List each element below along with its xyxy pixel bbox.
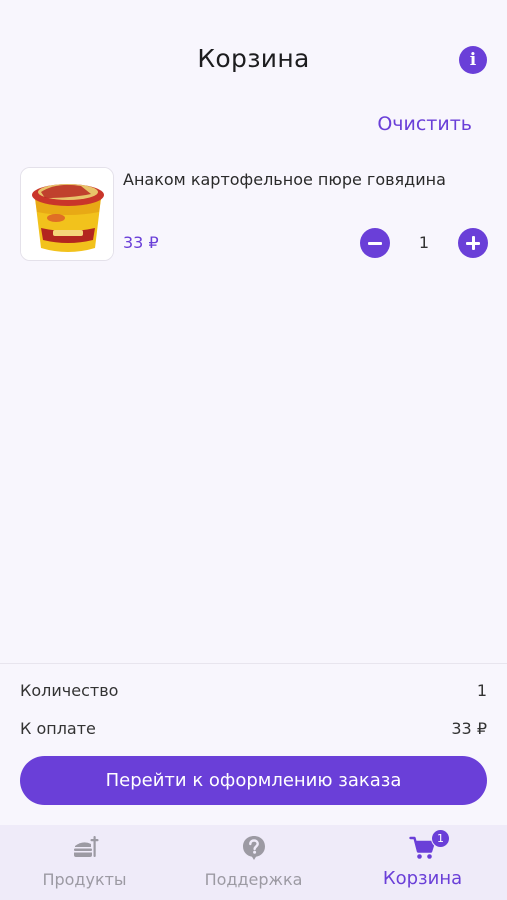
support-icon <box>242 836 265 860</box>
quantity-value: 1 <box>418 233 430 252</box>
total-label: К оплате <box>20 719 96 738</box>
clear-cart-button[interactable]: Очистить <box>377 113 472 135</box>
bottom-tab-bar: Продукты Поддержка 1 Корзина <box>0 825 507 900</box>
tab-products-label: Продукты <box>42 870 127 889</box>
products-icon <box>73 836 98 857</box>
product-image-graphic <box>21 168 113 260</box>
decrease-quantity-button[interactable] <box>360 228 390 258</box>
checkout-button[interactable]: Перейти к оформлению заказа <box>20 756 487 805</box>
page-title: Корзина <box>197 44 310 73</box>
tab-cart-label: Корзина <box>382 868 463 889</box>
increase-quantity-button[interactable] <box>458 228 488 258</box>
tab-support[interactable]: Поддержка <box>169 825 338 900</box>
product-name: Анаком картофельное пюре говядина <box>123 170 446 189</box>
quantity-label: Количество <box>20 681 119 700</box>
summary-divider <box>0 663 507 664</box>
total-value: 33 ₽ <box>451 719 487 738</box>
plus-icon-vertical <box>471 236 475 250</box>
tab-support-label: Поддержка <box>204 870 303 889</box>
info-icon[interactable]: i <box>459 46 487 74</box>
tab-cart[interactable]: 1 Корзина <box>338 825 507 900</box>
minus-icon <box>368 241 382 245</box>
cart-badge: 1 <box>431 829 450 848</box>
cart-item: Анаком картофельное пюре говядина 33 ₽ 1 <box>20 167 490 262</box>
tab-products[interactable]: Продукты <box>0 825 169 900</box>
app-header: Корзина i Очистить <box>0 0 507 135</box>
quantity-total: 1 <box>476 681 487 700</box>
product-price: 33 ₽ <box>123 233 159 252</box>
product-image[interactable] <box>20 167 114 261</box>
